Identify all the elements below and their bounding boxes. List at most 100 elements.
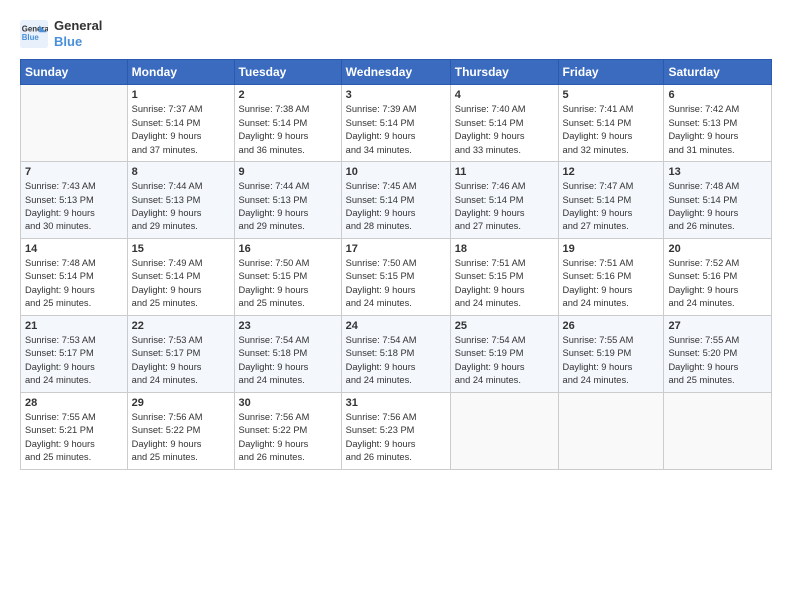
day-info: Sunrise: 7:56 AM Sunset: 5:22 PM Daylight:… (132, 411, 230, 465)
sunset-text: Sunset: 5:14 PM (346, 195, 415, 205)
sunrise-text: Sunrise: 7:53 AM (25, 335, 96, 345)
daylight-text: Daylight: 9 hoursand 24 minutes. (455, 362, 525, 385)
day-info: Sunrise: 7:55 AMSunset: 5:21 PMDaylight:… (25, 411, 123, 465)
sunset-text: Sunset: 5:14 PM (132, 118, 201, 128)
daylight-text: Daylight: 9 hoursand 25 minutes. (132, 439, 202, 462)
daylight-text: Daylight: 9 hoursand 25 minutes. (132, 285, 202, 308)
sunrise-text: Sunrise: 7:56 AM (239, 412, 310, 422)
sunrise-text: Sunrise: 7:55 AM (25, 412, 96, 422)
day-info: Sunrise: 7:52 AMSunset: 5:16 PMDaylight:… (668, 257, 767, 311)
calendar-cell (664, 392, 772, 469)
logo: General Blue GeneralBlue (20, 18, 102, 49)
page: General Blue GeneralBlue SundayMondayTue… (0, 0, 792, 612)
daylight-text: Daylight: 9 hoursand 27 minutes. (455, 208, 525, 231)
calendar-cell: 3Sunrise: 7:39 AMSunset: 5:14 PMDaylight… (341, 85, 450, 162)
calendar-cell: 20 Sunrise: 7:52 AMSunset: 5:16 PMDayligh… (664, 238, 772, 315)
sunrise-text: Sunrise: 7:48 AM (668, 181, 739, 191)
sunrise-text: Sunrise: 7:53 AM (132, 335, 203, 345)
day-info: Sunrise: 7:51 AMSunset: 5:16 PMDaylight:… (563, 257, 660, 311)
day-info: Sunrise: 7:48 AMSunset: 5:14 PMDaylight:… (668, 180, 767, 234)
calendar-cell (21, 85, 128, 162)
sunrise-text: Sunrise: 7:51 AM (455, 258, 526, 268)
sunrise-text: Sunrise: 7:39 AM (346, 104, 417, 114)
daylight-text: Daylight: 9 hoursand 25 minutes. (668, 362, 738, 385)
svg-text:Blue: Blue (22, 33, 40, 42)
daylight-text: Daylight: 9 hoursand 37 minutes. (132, 131, 202, 154)
sunset-text: Sunset: 5:13 PM (132, 195, 201, 205)
day-info: Sunrise: 7:49 AMSunset: 5:14 PMDaylight:… (132, 257, 230, 311)
day-number: 19 (563, 243, 660, 255)
day-number: 8 (132, 166, 230, 178)
day-number: 25 (455, 320, 554, 332)
calendar-cell (558, 392, 664, 469)
day-number: 11 (455, 166, 554, 178)
calendar-cell: 14Sunrise: 7:48 AMSunset: 5:14 PMDayligh… (21, 238, 128, 315)
weekday-header: Friday (558, 60, 664, 85)
day-info: Sunrise: 7:53 AMSunset: 5:17 PMDaylight:… (25, 334, 123, 388)
weekday-header: Saturday (664, 60, 772, 85)
calendar-cell: 22Sunrise: 7:53 AMSunset: 5:17 PMDayligh… (127, 315, 234, 392)
daylight-text: Daylight: 9 hoursand 25 minutes. (25, 439, 95, 462)
daylight-text: Daylight: 9 hoursand 29 minutes. (239, 208, 309, 231)
day-info: Sunrise: 7:47 AMSunset: 5:14 PMDaylight:… (563, 180, 660, 234)
calendar-cell: 1Sunrise: 7:37 AMSunset: 5:14 PMDaylight… (127, 85, 234, 162)
day-info: Sunrise: 7:56 AMSunset: 5:22 PMDaylight:… (239, 411, 337, 465)
calendar-cell: 4Sunrise: 7:40 AMSunset: 5:14 PMDaylight… (450, 85, 558, 162)
day-info: Sunrise: 7:53 AMSunset: 5:17 PMDaylight:… (132, 334, 230, 388)
calendar-cell: 13Sunrise: 7:48 AMSunset: 5:14 PMDayligh… (664, 162, 772, 239)
daylight-text: Daylight: 9 hoursand 24 minutes. (25, 362, 95, 385)
day-info: Sunrise: 7:54 AMSunset: 5:18 PMDaylight:… (239, 334, 337, 388)
sunset-text: Sunset: 5:14 PM (563, 118, 632, 128)
day-number: 1 (132, 89, 230, 101)
daylight-text: Daylight: 9 hoursand 33 minutes. (455, 131, 525, 154)
sunrise-text: Sunrise: 7:54 AM (455, 335, 526, 345)
calendar-week-row: 14Sunrise: 7:48 AMSunset: 5:14 PMDayligh… (21, 238, 772, 315)
calendar: SundayMondayTuesdayWednesdayThursdayFrid… (20, 59, 772, 469)
sunset-text: Sunset: 5:22 PM (132, 425, 201, 435)
sunrise-text: Sunrise: 7:44 AM (239, 181, 310, 191)
sunrise-text: Sunrise: 7:43 AM (25, 181, 96, 191)
daylight-text: Daylight: 9 hoursand 27 minutes. (563, 208, 633, 231)
weekday-header: Tuesday (234, 60, 341, 85)
day-number: 15 (132, 243, 230, 255)
sunrise-text: Sunrise: 7:56 AM (132, 412, 203, 422)
calendar-week-row: 7 Sunrise: 7:43 AM Sunset: 5:13 PM Daylight… (21, 162, 772, 239)
sunset-text: Sunset: 5:14 PM (455, 118, 524, 128)
calendar-cell: 17Sunrise: 7:50 AMSunset: 5:15 PMDayligh… (341, 238, 450, 315)
sunset-text: Sunset: 5:16 PM (563, 271, 632, 281)
day-number: 26 (563, 320, 660, 332)
sunrise-text: Sunrise: 7:52 AM (668, 258, 739, 268)
sunrise-text: Sunrise: 7:51 AM (563, 258, 634, 268)
sunrise-text: Sunrise: 7:50 AM (239, 258, 310, 268)
sunrise-text: Sunrise: 7:55 AM (563, 335, 634, 345)
day-number: 17 (346, 243, 446, 255)
day-info: Sunrise: 7:38 AMSunset: 5:14 PMDaylight:… (239, 103, 337, 157)
sunset-text: Sunset: 5:13 PM (668, 118, 737, 128)
daylight-text: Daylight: 9 hoursand 24 minutes. (668, 285, 738, 308)
sunrise-text: Sunrise: 7:48 AM (25, 258, 96, 268)
day-info: Sunrise: 7:50 AMSunset: 5:15 PMDaylight:… (239, 257, 337, 311)
daylight-text: Daylight: 9 hoursand 29 minutes. (132, 208, 202, 231)
daylight-text: Daylight: 9 hoursand 24 minutes. (346, 362, 416, 385)
day-info: Sunrise: 7:54 AMSunset: 5:19 PMDaylight:… (455, 334, 554, 388)
daylight-text: Daylight: 9 hoursand 34 minutes. (346, 131, 416, 154)
day-info: Sunrise: 7:51 AMSunset: 5:15 PMDaylight:… (455, 257, 554, 311)
day-info: Sunrise: 7:56 AMSunset: 5:23 PMDaylight:… (346, 411, 446, 465)
weekday-header: Thursday (450, 60, 558, 85)
calendar-cell: 26Sunrise: 7:55 AMSunset: 5:19 PMDayligh… (558, 315, 664, 392)
day-info: Sunrise: 7:42 AMSunset: 5:13 PMDaylight:… (668, 103, 767, 157)
day-number: 12 (563, 166, 660, 178)
logo-icon: General Blue (20, 20, 48, 48)
calendar-cell: 6Sunrise: 7:42 AMSunset: 5:13 PMDaylight… (664, 85, 772, 162)
daylight-text: Daylight: 9 hoursand 36 minutes. (239, 131, 309, 154)
day-number: 7 (25, 166, 123, 178)
sunset-text: Sunset: 5:22 PM (239, 425, 308, 435)
daylight-text: Daylight: 9 hoursand 24 minutes. (239, 362, 309, 385)
weekday-header: Sunday (21, 60, 128, 85)
sunrise-text: Sunrise: 7:38 AM (239, 104, 310, 114)
daylight-text: Daylight: 9 hoursand 28 minutes. (346, 208, 416, 231)
day-number: 20 (668, 243, 767, 255)
day-number: 18 (455, 243, 554, 255)
sunrise-text: Sunrise: 7:54 AM (346, 335, 417, 345)
calendar-cell: 31Sunrise: 7:56 AMSunset: 5:23 PMDayligh… (341, 392, 450, 469)
